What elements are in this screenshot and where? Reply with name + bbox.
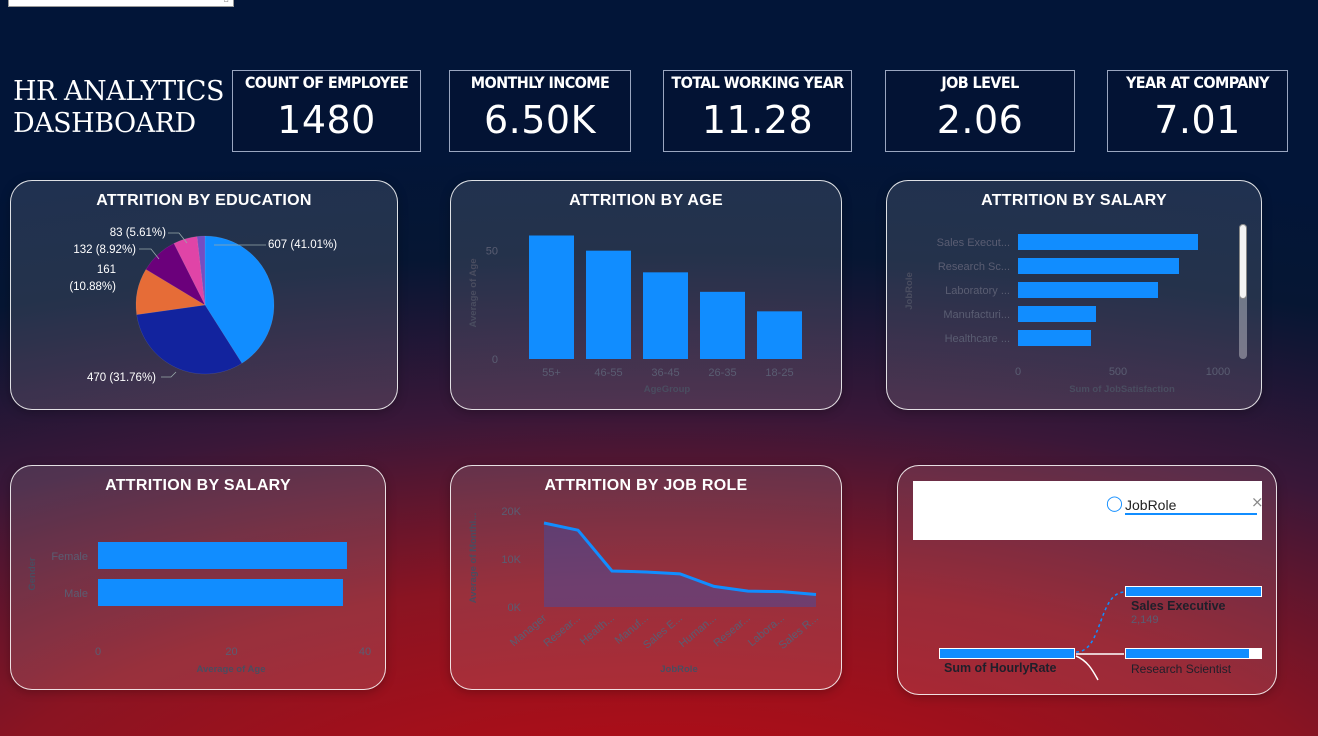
education-chart-card[interactable]: ATTRITION BY EDUCATION 607 (41.01%) 470 (…: [10, 180, 398, 410]
x-axis-title: Average of Age: [197, 664, 266, 675]
pie-data-label: 607 (41.01%): [268, 239, 337, 251]
y-tick-label: Laboratory ...: [945, 285, 1010, 297]
x-tick-label: Health...: [578, 612, 617, 648]
age-chart-card[interactable]: ATTRITION BY AGE 0 50 55+ 46-55 36-45 26-35 18…: [450, 180, 842, 410]
x-tick-label: 40: [359, 646, 371, 658]
x-tick-label: 46-55: [594, 367, 622, 379]
pie-data-label: 470 (31.76%): [87, 372, 156, 384]
y-tick-label: 50: [486, 246, 498, 258]
x-axis-title: JobRole: [660, 664, 697, 675]
kpi-value: 11.28: [701, 98, 814, 142]
age-bar: [757, 311, 802, 359]
title-line-1: HR ANALYTICS: [13, 76, 224, 107]
role-bar: [1018, 234, 1198, 250]
kpi-label: COUNT OF EMPLOYEE: [244, 73, 409, 92]
kpi-label: TOTAL WORKING YEAR: [671, 73, 844, 92]
x-tick-label: 55+: [542, 367, 561, 379]
kpi-value: 7.01: [1154, 98, 1241, 142]
x-tick-label: Human...: [677, 612, 719, 650]
job-role-area-chart[interactable]: 0K10K20KManagerResear...Health...Manuf..…: [451, 466, 843, 691]
x-tick-label: 1000: [1206, 366, 1230, 378]
kpi-label: MONTHLY INCOME: [470, 73, 610, 92]
age-bar: [700, 291, 745, 359]
y-tick-label: 10K: [501, 554, 521, 566]
x-tick-label: Resear...: [711, 612, 752, 649]
x-tick-label: 500: [1109, 366, 1127, 378]
kpi-card-monthly-income: MONTHLY INCOME 6.50K: [449, 70, 631, 152]
pie-data-label: 83 (5.61%): [110, 227, 166, 239]
decomp-node-bar-1[interactable]: [1125, 586, 1262, 597]
pie-data-label: 132 (8.92%): [73, 244, 136, 256]
kpi-value: 2.06: [936, 98, 1024, 142]
role-bar: [1018, 258, 1179, 274]
y-tick-label: Research Sc...: [938, 261, 1010, 273]
x-tick-label: 0: [95, 646, 101, 658]
connector-solid-down: [1075, 655, 1099, 681]
age-bar: [643, 272, 688, 359]
connector-dashed: [1075, 591, 1126, 653]
y-tick-label: 0: [492, 354, 498, 366]
x-tick-label: 26-35: [708, 367, 736, 379]
decomp-node-value-1: 2,149: [1131, 614, 1159, 626]
x-tick-label: Resear...: [541, 612, 582, 649]
age-bar: [529, 235, 574, 359]
kpi-card-year-at-company: YEAR AT COMPANY 7.01: [1107, 70, 1288, 152]
dropdown-icon: ▫: [224, 0, 229, 4]
y-tick-label: Female: [51, 551, 88, 563]
y-axis-title: Average of Monthl...: [468, 513, 479, 603]
y-tick-label: Healthcare ...: [945, 333, 1010, 345]
x-tick-label: 20: [225, 646, 237, 658]
kpi-value: 1480: [277, 98, 376, 142]
x-axis-title: Sum of JobSatisfaction: [1069, 384, 1175, 395]
kpi-label: JOB LEVEL: [941, 73, 1019, 92]
kpi-card-employee-count: COUNT OF EMPLOYEE 1480: [232, 70, 421, 152]
age-bar: [586, 250, 631, 359]
y-axis-title: JobRole: [904, 272, 915, 309]
role-bar: [1018, 306, 1096, 322]
area-fill: [544, 523, 816, 607]
x-tick-label: 36-45: [651, 367, 679, 379]
top-input-box[interactable]: ▫: [8, 0, 234, 7]
decomp-node-bar-2[interactable]: [1125, 648, 1262, 659]
y-axis-title: Gender: [27, 557, 38, 591]
salary-role-bar-chart[interactable]: Sales Execut... Research Sc... Laboratory …: [887, 181, 1263, 411]
pie-data-label: (10.88%): [69, 281, 116, 293]
x-tick-label: 0: [1015, 366, 1021, 378]
pie-leader-line: [161, 371, 177, 378]
gender-bar: [98, 542, 347, 569]
role-bar: [1018, 330, 1091, 346]
x-axis-title: AgeGroup: [644, 384, 691, 395]
kpi-card-total-working-year: TOTAL WORKING YEAR 11.28: [663, 70, 852, 152]
decomp-root-bar[interactable]: [939, 648, 1075, 659]
salary-gender-chart-card[interactable]: ATTRITION BY SALARY Female Male 0 20 40 Avera…: [10, 465, 386, 690]
kpi-label: YEAR AT COMPANY: [1125, 73, 1270, 92]
job-role-chart-card[interactable]: ATTRITION BY JOB ROLE 0K 10K 20K Manager Res…: [450, 465, 842, 690]
decomp-node-label-1: Sales Executive: [1131, 599, 1226, 613]
salary-role-chart-card[interactable]: ATTRITION BY SALARY Sales Execut... Resea…: [886, 180, 1262, 410]
y-tick-label: Male: [64, 588, 88, 600]
decomp-root-label: Sum of HourlyRate: [944, 661, 1057, 675]
kpi-value: 6.50K: [483, 98, 597, 142]
dashboard-title: HR ANALYTICS DASHBOARD: [13, 76, 224, 140]
y-axis-title: Average of Age: [468, 259, 479, 328]
pie-data-label: 161: [97, 264, 116, 276]
y-tick-label: 20K: [501, 506, 521, 518]
x-tick-label: 18-25: [765, 367, 793, 379]
title-line-2: DASHBOARD: [13, 108, 196, 139]
decomposition-tree-card[interactable]: ◯ JobRole × Sum of HourlyRate Sales Exec…: [897, 465, 1277, 695]
chart-scrollbar[interactable]: [1239, 224, 1247, 359]
education-pie-chart[interactable]: 607 (41.01%) 470 (31.76%) 161 (10.88%) 132 (…: [11, 181, 399, 411]
decomp-node-label-2: Research Scientist: [1131, 662, 1232, 676]
kpi-card-job-level: JOB LEVEL 2.06: [885, 70, 1075, 152]
y-tick-label: Sales Execut...: [937, 237, 1010, 249]
role-bar: [1018, 282, 1158, 298]
decomp-node-bar-2-fill: [1126, 649, 1249, 658]
age-bar-chart[interactable]: 0 50 55+ 46-55 36-45 26-35 18-25 AgeGroup Averag…: [451, 181, 843, 411]
y-tick-label: 0K: [508, 602, 522, 614]
y-tick-label: Manufacturi...: [943, 309, 1010, 321]
scrollbar-thumb[interactable]: [1239, 224, 1247, 299]
gender-bar: [98, 579, 343, 606]
salary-gender-bar-chart[interactable]: Female Male 0 20 40 Average of Age Gender: [11, 466, 387, 691]
